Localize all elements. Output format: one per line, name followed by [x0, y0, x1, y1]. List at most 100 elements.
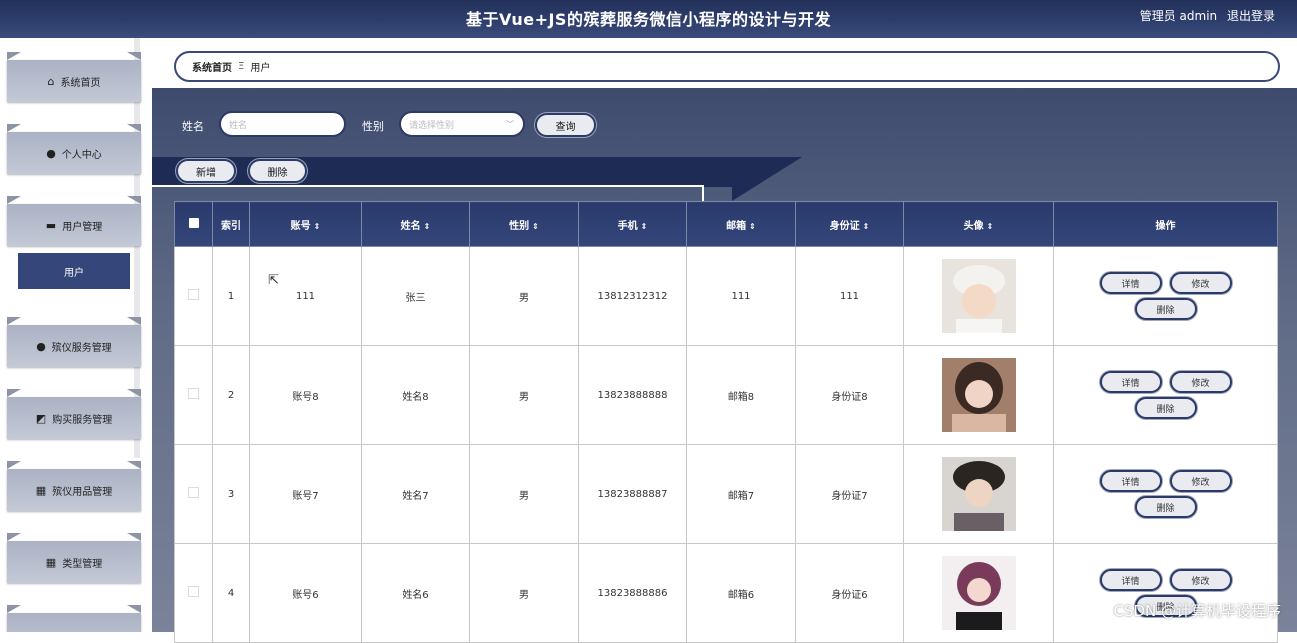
avatar-image[interactable]: [941, 556, 1016, 630]
decor-fold: [7, 124, 21, 132]
row-checkbox[interactable]: [174, 444, 213, 544]
chevron-down-icon: ﹀: [506, 119, 514, 129]
sidebar-item-partial[interactable]: [7, 613, 141, 632]
col-name[interactable]: 姓名 ⇕: [361, 201, 470, 247]
table-row: 1 111 张三 男 13812312312 111 111 详情 修改 删除: [174, 246, 1278, 346]
briefcase-icon: ▬: [45, 218, 57, 232]
decor-fold: [127, 52, 141, 60]
sidebar-item-purchase-service[interactable]: ◩ 购买服务管理: [7, 397, 141, 439]
table-row: 4 账号6 姓名6 男 13823888886 邮箱6 身份证6 详情 修改 删…: [174, 543, 1278, 643]
decor-fold: [127, 317, 141, 325]
avatar-image[interactable]: [941, 259, 1016, 333]
sort-icon[interactable]: ⇕: [749, 222, 756, 231]
cell-phone: 13823888886: [578, 543, 687, 643]
cell-email: 邮箱7: [686, 444, 796, 544]
select-all-checkbox[interactable]: [174, 201, 213, 247]
sidebar-item-home[interactable]: ⌂ 系统首页: [7, 60, 141, 102]
sort-icon[interactable]: ⇕: [863, 222, 870, 231]
col-account[interactable]: 账号 ⇕: [249, 201, 362, 247]
edit-button[interactable]: 修改: [1169, 569, 1232, 591]
decor-fold: [127, 124, 141, 132]
cell-actions: 详情 修改 删除: [1053, 444, 1278, 544]
col-label: 头像: [963, 220, 984, 232]
edit-button[interactable]: 修改: [1169, 272, 1232, 294]
sort-icon[interactable]: ⇕: [314, 222, 321, 231]
query-button[interactable]: 查询: [535, 113, 596, 137]
sort-icon[interactable]: ⇕: [641, 222, 648, 231]
col-avatar[interactable]: 头像 ⇕: [903, 201, 1054, 247]
decor-fold: [127, 605, 141, 613]
detail-button[interactable]: 详情: [1099, 569, 1162, 591]
sort-icon[interactable]: ⇕: [987, 222, 994, 231]
cell-gender: 男: [469, 345, 579, 445]
cell-email: 111: [686, 246, 796, 346]
logout-link[interactable]: 退出登录: [1227, 9, 1275, 23]
user-area: 管理员 admin 退出登录: [1134, 7, 1275, 24]
sidebar-item-profile[interactable]: ● 个人中心: [7, 132, 141, 174]
batch-delete-button[interactable]: 删除: [248, 159, 307, 183]
avatar-image[interactable]: [941, 358, 1016, 432]
col-label: 姓名: [400, 220, 421, 232]
edit-button[interactable]: 修改: [1169, 371, 1232, 393]
delete-button[interactable]: 删除: [1134, 496, 1197, 518]
decor-fold: [127, 196, 141, 204]
decor-fold: [7, 533, 21, 541]
cell-email: 邮箱6: [686, 543, 796, 643]
cell-avatar: [903, 444, 1054, 544]
avatar-image[interactable]: [941, 457, 1016, 531]
cell-index: 1: [212, 246, 250, 346]
sidebar: ⌂ 系统首页 ● 个人中心 ▬ 用户管理 用户 ● 殡仪服务管理 ◩ 购买服务管…: [0, 38, 152, 632]
breadcrumb-current: 用户: [250, 63, 271, 74]
col-label: 性别: [509, 220, 530, 232]
sidebar-item-funeral-service[interactable]: ● 殡仪服务管理: [7, 325, 141, 367]
cell-name: 姓名6: [361, 543, 470, 643]
name-label: 姓名: [182, 120, 204, 133]
add-button[interactable]: 新增: [176, 159, 236, 183]
cell-email: 邮箱8: [686, 345, 796, 445]
cell-id-card: 身份证6: [795, 543, 904, 643]
breadcrumb: 系统首页 Ξ 用户: [174, 51, 1280, 82]
user-table: 索引 账号 ⇕ 姓名 ⇕ 性别 ⇕ 手机 ⇕ 邮箱 ⇕ 身份证 ⇕ 头像 ⇕ 操作 1 111…: [174, 201, 1278, 643]
cell-account: 账号8: [249, 345, 362, 445]
col-phone[interactable]: 手机 ⇕: [578, 201, 687, 247]
sidebar-subitem-users[interactable]: 用户: [18, 253, 130, 289]
cell-index: 3: [212, 444, 250, 544]
decor-fold: [127, 533, 141, 541]
cell-actions: 详情 修改 删除: [1053, 246, 1278, 346]
detail-button[interactable]: 详情: [1099, 371, 1162, 393]
admin-user-label: 管理员 admin: [1139, 9, 1218, 23]
sidebar-item-funeral-supplies[interactable]: ▦ 殡仪用品管理: [7, 469, 141, 511]
decor-band: [152, 157, 732, 187]
breadcrumb-home[interactable]: 系统首页: [192, 59, 232, 74]
row-checkbox[interactable]: [174, 345, 213, 445]
detail-button[interactable]: 详情: [1099, 470, 1162, 492]
delete-button[interactable]: 删除: [1134, 397, 1197, 419]
breadcrumb-separator-icon: Ξ: [238, 61, 245, 72]
detail-button[interactable]: 详情: [1099, 272, 1162, 294]
sort-icon[interactable]: ⇕: [532, 222, 539, 231]
app-title: 基于Vue+JS的殡葬服务微信小程序的设计与开发: [466, 10, 831, 29]
gender-select[interactable]: 请选择性别 ﹀: [399, 111, 525, 137]
decor-fold: [7, 52, 21, 60]
col-id-card[interactable]: 身份证 ⇕: [795, 201, 904, 247]
cell-avatar: [903, 246, 1054, 346]
col-label: 邮箱: [726, 220, 747, 232]
cell-phone: 13823888888: [578, 345, 687, 445]
delete-button[interactable]: 删除: [1134, 298, 1197, 320]
col-email[interactable]: 邮箱 ⇕: [686, 201, 796, 247]
col-gender[interactable]: 性别 ⇕: [469, 201, 579, 247]
sort-icon[interactable]: ⇕: [424, 222, 431, 231]
name-search-input[interactable]: 姓名: [219, 111, 346, 137]
edit-button[interactable]: 修改: [1169, 470, 1232, 492]
cell-index: 4: [212, 543, 250, 643]
row-checkbox[interactable]: [174, 246, 213, 346]
row-checkbox[interactable]: [174, 543, 213, 643]
cell-actions: 详情 修改 删除: [1053, 345, 1278, 445]
sidebar-item-label: 用户管理: [62, 221, 103, 233]
sidebar-item-type-management[interactable]: ▦ 类型管理: [7, 541, 141, 583]
sidebar-item-label: 系统首页: [60, 77, 101, 89]
sidebar-item-user-management[interactable]: ▬ 用户管理: [7, 204, 141, 246]
top-header: 基于Vue+JS的殡葬服务微信小程序的设计与开发 管理员 admin 退出登录: [0, 0, 1297, 38]
sidebar-item-label: 殡仪用品管理: [52, 486, 113, 498]
name-input-placeholder: 姓名: [229, 120, 248, 131]
